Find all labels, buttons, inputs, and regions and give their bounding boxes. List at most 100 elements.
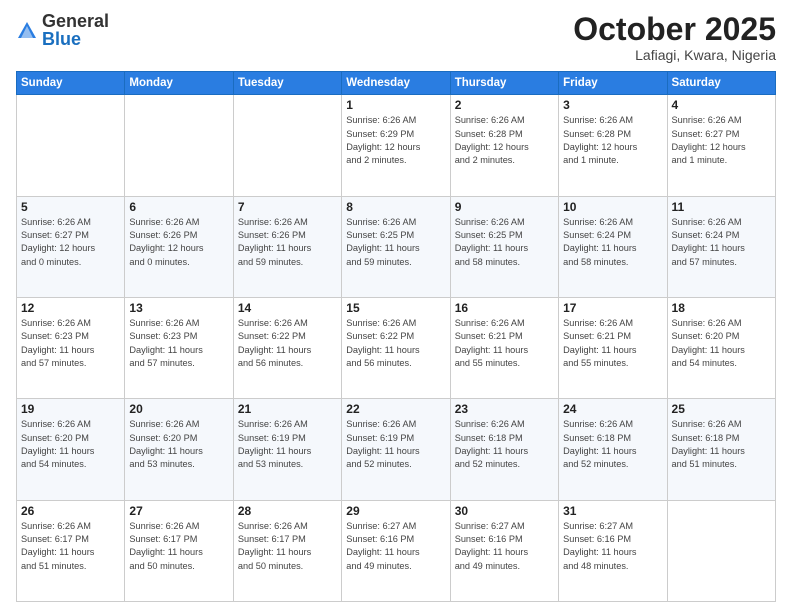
calendar-cell [233, 95, 341, 196]
week-row-1: 1 Sunrise: 6:26 AMSunset: 6:29 PMDaylight… [17, 95, 776, 196]
day-info: Sunrise: 6:26 AMSunset: 6:24 PMDaylight:… [563, 216, 662, 269]
day-number: 4 [672, 98, 771, 112]
day-info: Sunrise: 6:26 AMSunset: 6:17 PMDaylight:… [238, 520, 337, 573]
calendar-cell: 28 Sunrise: 6:26 AMSunset: 6:17 PMDayligh… [233, 500, 341, 601]
week-row-3: 12 Sunrise: 6:26 AMSunset: 6:23 PMDayligh… [17, 297, 776, 398]
day-info: Sunrise: 6:27 AMSunset: 6:16 PMDaylight:… [455, 520, 554, 573]
day-header-sunday: Sunday [17, 72, 125, 95]
calendar-cell: 19Sunrise: 6:26 AMSunset: 6:20 PMDayligh… [17, 399, 125, 500]
day-number: 14 [238, 301, 337, 315]
day-info: Sunrise: 6:26 AMSunset: 6:28 PMDaylight:… [455, 114, 554, 167]
day-number: 28 [238, 504, 337, 518]
day-header-monday: Monday [125, 72, 233, 95]
week-row-2: 5 Sunrise: 6:26 AMSunset: 6:27 PMDaylight… [17, 196, 776, 297]
day-info: Sunrise: 6:26 AMSunset: 6:20 PMDaylight:… [129, 418, 228, 471]
day-number: 13 [129, 301, 228, 315]
day-info: Sunrise: 6:26 AMSunset: 6:18 PMDaylight:… [672, 418, 771, 471]
day-info: Sunrise: 6:26 AMSunset: 6:24 PMDaylight:… [672, 216, 771, 269]
day-number: 31 [563, 504, 662, 518]
calendar-table: SundayMondayTuesdayWednesdayThursdayFrid… [16, 71, 776, 602]
calendar-cell: 3 Sunrise: 6:26 AMSunset: 6:28 PMDaylight… [559, 95, 667, 196]
header: General Blue October 2025 Lafiagi, Kwara… [16, 12, 776, 63]
day-info: Sunrise: 6:26 AMSunset: 6:22 PMDaylight:… [346, 317, 445, 370]
day-number: 26 [21, 504, 120, 518]
day-info: Sunrise: 6:26 AMSunset: 6:21 PMDaylight:… [455, 317, 554, 370]
logo-general: General [42, 12, 109, 30]
day-header-thursday: Thursday [450, 72, 558, 95]
day-info: Sunrise: 6:26 AMSunset: 6:17 PMDaylight:… [21, 520, 120, 573]
calendar-cell: 7Sunrise: 6:26 AMSunset: 6:26 PMDaylight… [233, 196, 341, 297]
day-info: Sunrise: 6:26 AMSunset: 6:18 PMDaylight:… [455, 418, 554, 471]
calendar-cell: 14 Sunrise: 6:26 AMSunset: 6:22 PMDayligh… [233, 297, 341, 398]
calendar-cell: 27 Sunrise: 6:26 AMSunset: 6:17 PMDayligh… [125, 500, 233, 601]
day-number: 7 [238, 200, 337, 214]
day-number: 27 [129, 504, 228, 518]
calendar-cell: 13 Sunrise: 6:26 AMSunset: 6:23 PMDayligh… [125, 297, 233, 398]
week-row-5: 26 Sunrise: 6:26 AMSunset: 6:17 PMDayligh… [17, 500, 776, 601]
day-number: 3 [563, 98, 662, 112]
day-number: 9 [455, 200, 554, 214]
day-info: Sunrise: 6:26 AMSunset: 6:23 PMDaylight:… [129, 317, 228, 370]
calendar-title: October 2025 [573, 12, 776, 47]
day-number: 21 [238, 402, 337, 416]
day-info: Sunrise: 6:26 AMSunset: 6:25 PMDaylight:… [455, 216, 554, 269]
day-number: 23 [455, 402, 554, 416]
day-number: 8 [346, 200, 445, 214]
day-header-tuesday: Tuesday [233, 72, 341, 95]
day-number: 22 [346, 402, 445, 416]
generalblue-icon [16, 20, 38, 42]
day-info: Sunrise: 6:26 AMSunset: 6:29 PMDaylight:… [346, 114, 445, 167]
day-number: 19 [21, 402, 120, 416]
calendar-cell: 11Sunrise: 6:26 AMSunset: 6:24 PMDayligh… [667, 196, 775, 297]
day-number: 25 [672, 402, 771, 416]
calendar-cell: 22 Sunrise: 6:26 AMSunset: 6:19 PMDayligh… [342, 399, 450, 500]
title-block: October 2025 Lafiagi, Kwara, Nigeria [573, 12, 776, 63]
day-info: Sunrise: 6:26 AMSunset: 6:28 PMDaylight:… [563, 114, 662, 167]
calendar-cell: 9 Sunrise: 6:26 AMSunset: 6:25 PMDaylight… [450, 196, 558, 297]
header-row: SundayMondayTuesdayWednesdayThursdayFrid… [17, 72, 776, 95]
day-number: 5 [21, 200, 120, 214]
week-row-4: 19 Sunrise: 6:26 AMSunset: 6:20 PMDayligh… [17, 399, 776, 500]
day-number: 17 [563, 301, 662, 315]
day-number: 1 [346, 98, 445, 112]
calendar-cell: 12 Sunrise: 6:26 AMSunset: 6:23 PMDayligh… [17, 297, 125, 398]
day-info: Sunrise: 6:26 AMSunset: 6:19 PMDaylight:… [346, 418, 445, 471]
calendar-cell: 10 Sunrise: 6:26 AMSunset: 6:24 PMDayligh… [559, 196, 667, 297]
day-info: Sunrise: 6:26 AMSunset: 6:26 PMDaylight:… [129, 216, 228, 269]
calendar-cell: 20 Sunrise: 6:26 AMSunset: 6:20 PMDayligh… [125, 399, 233, 500]
calendar-cell: 18Sunrise: 6:26 AMSunset: 6:20 PMDayligh… [667, 297, 775, 398]
day-number: 29 [346, 504, 445, 518]
calendar-cell: 29Sunrise: 6:27 AMSunset: 6:16 PMDayligh… [342, 500, 450, 601]
calendar-cell: 26 Sunrise: 6:26 AMSunset: 6:17 PMDayligh… [17, 500, 125, 601]
day-info: Sunrise: 6:26 AMSunset: 6:18 PMDaylight:… [563, 418, 662, 471]
day-number: 12 [21, 301, 120, 315]
day-info: Sunrise: 6:26 AMSunset: 6:22 PMDaylight:… [238, 317, 337, 370]
day-info: Sunrise: 6:26 AMSunset: 6:23 PMDaylight:… [21, 317, 120, 370]
day-number: 10 [563, 200, 662, 214]
day-header-saturday: Saturday [667, 72, 775, 95]
calendar-cell: 5 Sunrise: 6:26 AMSunset: 6:27 PMDaylight… [17, 196, 125, 297]
day-info: Sunrise: 6:26 AMSunset: 6:19 PMDaylight:… [238, 418, 337, 471]
calendar-cell: 16 Sunrise: 6:26 AMSunset: 6:21 PMDayligh… [450, 297, 558, 398]
day-info: Sunrise: 6:26 AMSunset: 6:27 PMDaylight:… [21, 216, 120, 269]
calendar-cell: 25 Sunrise: 6:26 AMSunset: 6:18 PMDayligh… [667, 399, 775, 500]
day-number: 20 [129, 402, 228, 416]
day-number: 16 [455, 301, 554, 315]
calendar-cell: 30 Sunrise: 6:27 AMSunset: 6:16 PMDayligh… [450, 500, 558, 601]
calendar-cell: 2 Sunrise: 6:26 AMSunset: 6:28 PMDaylight… [450, 95, 558, 196]
calendar-cell: 17Sunrise: 6:26 AMSunset: 6:21 PMDayligh… [559, 297, 667, 398]
calendar-cell [17, 95, 125, 196]
calendar-cell [125, 95, 233, 196]
day-info: Sunrise: 6:26 AMSunset: 6:25 PMDaylight:… [346, 216, 445, 269]
day-number: 2 [455, 98, 554, 112]
calendar-cell: 23 Sunrise: 6:26 AMSunset: 6:18 PMDayligh… [450, 399, 558, 500]
logo: General Blue [16, 12, 109, 48]
day-number: 18 [672, 301, 771, 315]
calendar-cell: 1 Sunrise: 6:26 AMSunset: 6:29 PMDaylight… [342, 95, 450, 196]
calendar-cell: 6 Sunrise: 6:26 AMSunset: 6:26 PMDaylight… [125, 196, 233, 297]
calendar-cell: 21 Sunrise: 6:26 AMSunset: 6:19 PMDayligh… [233, 399, 341, 500]
day-number: 6 [129, 200, 228, 214]
day-number: 30 [455, 504, 554, 518]
day-info: Sunrise: 6:26 AMSunset: 6:17 PMDaylight:… [129, 520, 228, 573]
day-info: Sunrise: 6:26 AMSunset: 6:27 PMDaylight:… [672, 114, 771, 167]
